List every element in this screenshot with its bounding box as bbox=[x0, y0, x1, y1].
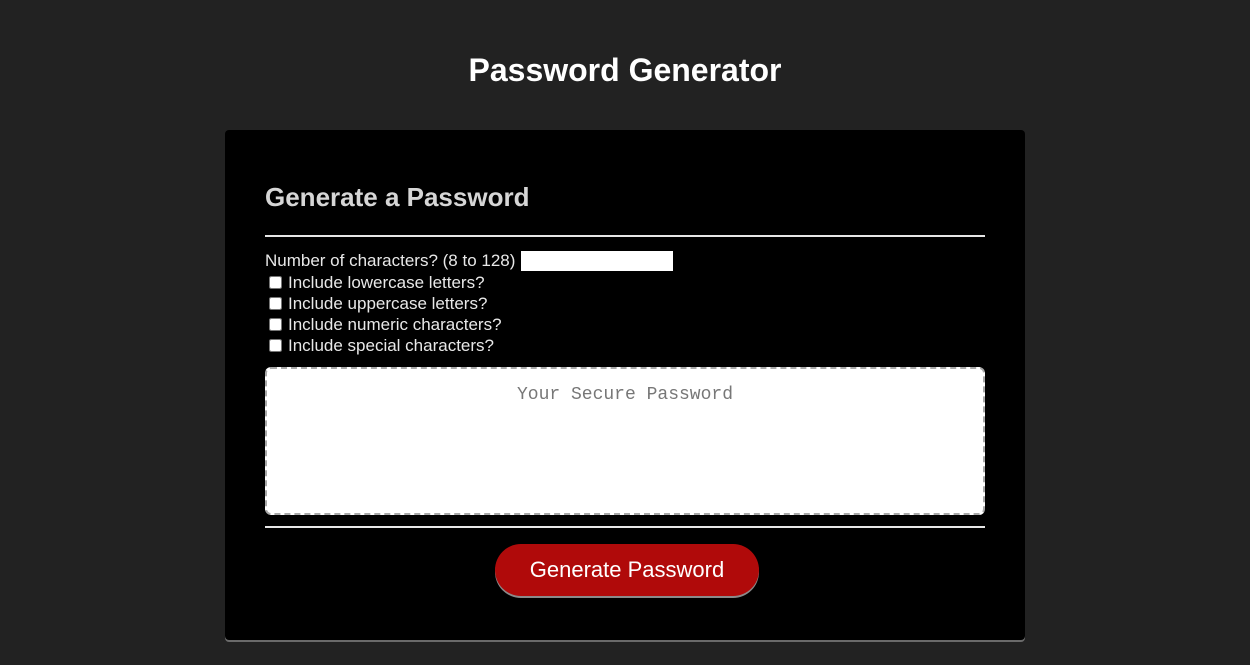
password-output[interactable] bbox=[265, 367, 985, 515]
option-special: Include special characters? bbox=[265, 335, 985, 356]
uppercase-checkbox[interactable] bbox=[269, 297, 282, 310]
special-checkbox[interactable] bbox=[269, 339, 282, 352]
numeric-checkbox[interactable] bbox=[269, 318, 282, 331]
divider-bottom bbox=[265, 526, 985, 528]
options-form: Number of characters? (8 to 128) Include… bbox=[265, 250, 985, 356]
option-numeric: Include numeric characters? bbox=[265, 314, 985, 335]
divider-top bbox=[265, 235, 985, 237]
lowercase-checkbox[interactable] bbox=[269, 276, 282, 289]
uppercase-label: Include uppercase letters? bbox=[288, 294, 488, 313]
length-row: Number of characters? (8 to 128) bbox=[265, 250, 985, 272]
numeric-label: Include numeric characters? bbox=[288, 315, 502, 334]
option-lowercase: Include lowercase letters? bbox=[265, 272, 985, 293]
card-title: Generate a Password bbox=[265, 182, 530, 212]
lowercase-label: Include lowercase letters? bbox=[288, 273, 485, 292]
length-input[interactable] bbox=[521, 251, 674, 271]
page-title: Password Generator bbox=[468, 52, 782, 88]
generate-password-button[interactable]: Generate Password bbox=[495, 544, 759, 596]
special-label: Include special characters? bbox=[288, 336, 495, 355]
option-uppercase: Include uppercase letters? bbox=[265, 293, 985, 314]
length-label: Number of characters? (8 to 128) bbox=[265, 251, 516, 270]
generator-card: Generate a Password Number of characters… bbox=[225, 130, 1025, 640]
